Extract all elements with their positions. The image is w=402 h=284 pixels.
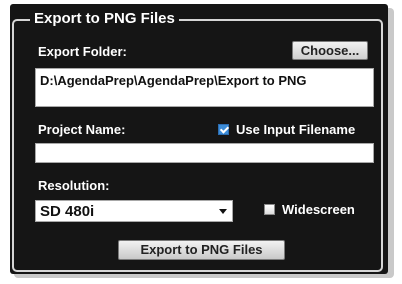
chevron-down-icon bbox=[219, 209, 227, 214]
group-title: Export to PNG Files bbox=[30, 10, 179, 28]
export-folder-path-field[interactable]: D:\AgendaPrep\AgendaPrep\Export to PNG bbox=[35, 68, 374, 107]
export-to-png-button[interactable]: Export to PNG Files bbox=[118, 240, 285, 260]
resolution-selected-value: SD 480i bbox=[40, 203, 95, 220]
resolution-label: Resolution: bbox=[38, 178, 110, 193]
project-name-label: Project Name: bbox=[38, 122, 126, 137]
use-input-filename-checkbox[interactable] bbox=[218, 124, 229, 135]
export-folder-label: Export Folder: bbox=[38, 44, 127, 59]
choose-folder-button[interactable]: Choose... bbox=[292, 41, 368, 60]
use-input-filename-label: Use Input Filename bbox=[236, 122, 356, 137]
widescreen-checkbox[interactable] bbox=[264, 204, 275, 215]
widescreen-label: Widescreen bbox=[282, 202, 355, 217]
project-name-field[interactable] bbox=[35, 143, 374, 163]
resolution-dropdown[interactable]: SD 480i bbox=[35, 200, 233, 222]
